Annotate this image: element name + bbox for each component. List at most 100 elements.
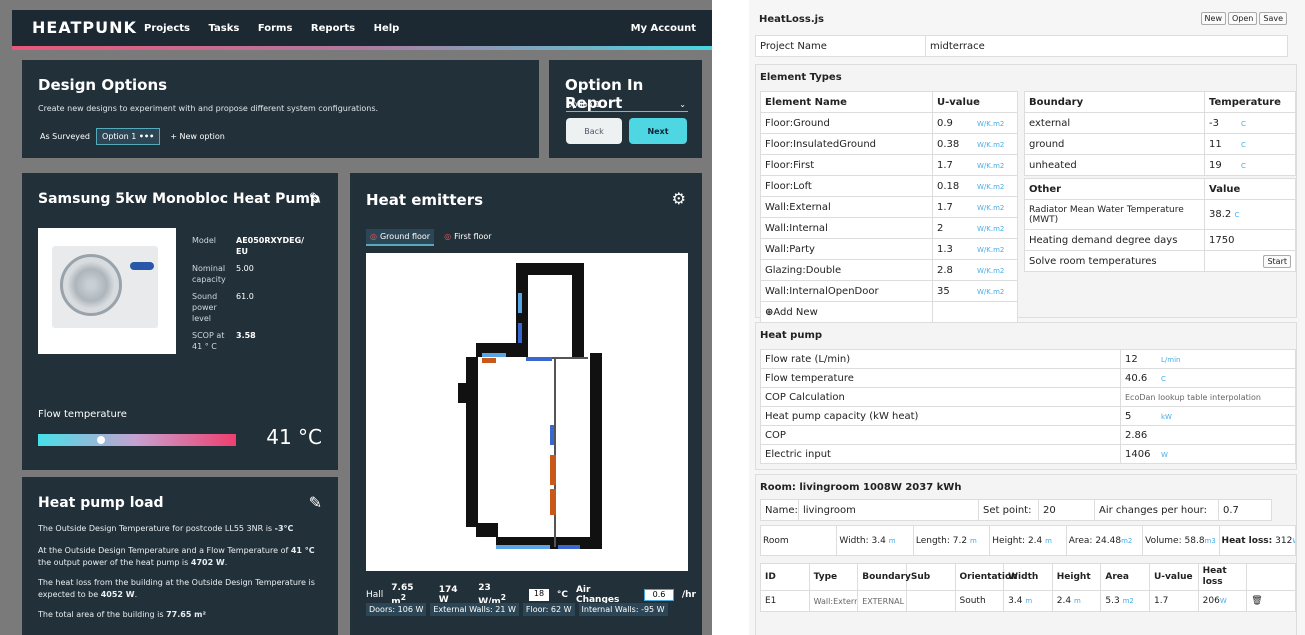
element-name[interactable]: Floor:Loft: [760, 175, 933, 197]
heat-pump-value[interactable]: 2.86: [1120, 425, 1296, 445]
element-name[interactable]: Floor:Ground: [760, 112, 933, 134]
boundary-temp[interactable]: 19 C: [1204, 154, 1296, 176]
room-name-input[interactable]: livingroom: [798, 499, 979, 521]
element-name[interactable]: Wall:InternalOpenDoor: [760, 280, 933, 302]
start-button[interactable]: Start: [1263, 254, 1291, 268]
element-type-row[interactable]: Floor:Loft 0.18 W/K.m2: [760, 175, 1018, 197]
as-surveyed-option[interactable]: As Surveyed: [40, 132, 90, 141]
floor-plan[interactable]: [366, 253, 688, 571]
pencil-icon[interactable]: ✎: [309, 493, 322, 512]
element-u-value[interactable]: 0.18 W/K.m2: [932, 175, 1018, 197]
el-u-value: 1.7: [1149, 590, 1199, 612]
nav-projects[interactable]: Projects: [144, 23, 190, 34]
mwt-cell[interactable]: 38.2 C: [1204, 199, 1296, 230]
hdd-value[interactable]: 1750: [1204, 229, 1296, 251]
design-options-title: Design Options: [38, 76, 168, 94]
value: 7.2: [952, 535, 968, 546]
col-header: Boundary: [857, 563, 911, 591]
new-button[interactable]: New: [1200, 12, 1226, 25]
element-name[interactable]: Glazing:Double: [760, 259, 933, 281]
boundary-row[interactable]: ground 11 C: [1024, 133, 1296, 155]
boundary-name[interactable]: external: [1024, 112, 1205, 134]
element-type-row[interactable]: Wall:Internal 2 W/K.m2: [760, 217, 1018, 239]
report-option-select[interactable]: Option 1 ⌄: [566, 100, 688, 112]
element-type-row[interactable]: Glazing:Double 2.8 W/K.m2: [760, 259, 1018, 281]
element-name[interactable]: Wall:Internal: [760, 217, 933, 239]
element-name[interactable]: Floor:InsulatedGround: [760, 133, 933, 155]
element-name[interactable]: Wall:Party: [760, 238, 933, 260]
setpoint-input[interactable]: 20: [1038, 499, 1095, 521]
heat-pump-value[interactable]: EcoDan lookup table interpolation: [1120, 387, 1296, 407]
nav-help[interactable]: Help: [374, 23, 400, 34]
flow-temperature-slider[interactable]: [38, 434, 236, 446]
element-name[interactable]: Wall:External: [760, 196, 933, 218]
save-button[interactable]: Save: [1259, 12, 1287, 25]
boundary-row[interactable]: unheated 19 C: [1024, 154, 1296, 176]
tab-label: First floor: [454, 232, 492, 241]
element-type-row[interactable]: Wall:External 1.7 W/K.m2: [760, 196, 1018, 218]
spec-capacity-value: 5.00: [236, 264, 254, 273]
nav-tasks[interactable]: Tasks: [209, 23, 240, 34]
slider-knob[interactable]: [97, 436, 106, 444]
heat-pump-value[interactable]: 5 kW: [1120, 406, 1296, 426]
el-sub[interactable]: [905, 590, 956, 612]
tab-ground-floor[interactable]: ◎ Ground floor: [366, 229, 435, 246]
element-type-row[interactable]: Floor:First 1.7 W/K.m2: [760, 154, 1018, 176]
element-row[interactable]: E1 Wall:External EXTERNAL South 3.4 m 2.…: [760, 590, 1296, 612]
tab-first-floor[interactable]: ◎ First floor: [440, 229, 495, 246]
length-cell[interactable]: Length: 7.2 m: [912, 525, 991, 556]
heat-pump-param: COP: [760, 425, 1121, 445]
element-type-row[interactable]: Wall:InternalOpenDoor 35 W/K.m2: [760, 280, 1018, 302]
element-u-value[interactable]: 1.3 W/K.m2: [932, 238, 1018, 260]
el-width[interactable]: 3.4 m: [1003, 590, 1053, 612]
col-actions: [1246, 563, 1296, 591]
element-u-value[interactable]: 2 W/K.m2: [932, 217, 1018, 239]
element-u-value[interactable]: 2.8 W/K.m2: [932, 259, 1018, 281]
element-u-value[interactable]: 35 W/K.m2: [932, 280, 1018, 302]
next-button[interactable]: Next: [629, 118, 687, 144]
element-type-row[interactable]: Floor:Ground 0.9 W/K.m2: [760, 112, 1018, 134]
boundary-name[interactable]: ground: [1024, 133, 1205, 155]
top-nav: HEATPUNK Projects Tasks Forms Reports He…: [12, 10, 712, 48]
width-cell[interactable]: Width: 3.4 m: [836, 525, 914, 556]
el-height[interactable]: 2.4 m: [1051, 590, 1102, 612]
unit: C: [1241, 161, 1246, 170]
back-button[interactable]: Back: [566, 118, 622, 144]
air-changes-input[interactable]: 0.6: [644, 589, 674, 601]
option-1-tab[interactable]: Option 1 •••: [96, 128, 161, 145]
el-boundary[interactable]: EXTERNAL: [857, 590, 907, 612]
new-option-button[interactable]: + New option: [170, 132, 225, 141]
my-account-link[interactable]: My Account: [631, 23, 696, 34]
element-u-value[interactable]: 0.38 W/K.m2: [932, 133, 1018, 155]
boundary-temp[interactable]: 11 C: [1204, 133, 1296, 155]
heat-pump-card: Samsung 5kw Monobloc Heat Pump ✎ Model AE…: [22, 173, 338, 470]
element-type-row[interactable]: Wall:Party 1.3 W/K.m2: [760, 238, 1018, 260]
boundary-row[interactable]: external -3 C: [1024, 112, 1296, 134]
element-name[interactable]: Floor:First: [760, 154, 933, 176]
gear-icon[interactable]: ⚙: [672, 189, 686, 208]
ach-input[interactable]: 0.7: [1218, 499, 1272, 521]
project-name-input[interactable]: midterrace: [925, 35, 1288, 57]
value: 5: [1125, 410, 1132, 422]
boundary-name[interactable]: unheated: [1024, 154, 1205, 176]
setpoint-input[interactable]: 18: [529, 589, 549, 601]
option-menu-icon[interactable]: •••: [139, 132, 154, 141]
boundary-temp[interactable]: -3 C: [1204, 112, 1296, 134]
nav-reports[interactable]: Reports: [311, 23, 355, 34]
pencil-icon[interactable]: ✎: [309, 189, 322, 208]
element-u-value[interactable]: 1.7 W/K.m2: [932, 154, 1018, 176]
element-u-value[interactable]: 0.9 W/K.m2: [932, 112, 1018, 134]
heat-pump-value[interactable]: 40.6 C: [1120, 368, 1296, 388]
heat-pump-value[interactable]: 1406 W: [1120, 444, 1296, 464]
el-orientation[interactable]: South: [954, 590, 1005, 612]
el-type[interactable]: Wall:External: [808, 590, 859, 612]
trash-icon[interactable]: 🗑: [1246, 590, 1296, 612]
open-button[interactable]: Open: [1227, 12, 1258, 25]
height-cell[interactable]: Height: 2.4 m: [989, 525, 1067, 556]
unit: W: [1161, 450, 1168, 459]
element-type-row[interactable]: Floor:InsulatedGround 0.38 W/K.m2: [760, 133, 1018, 155]
add-new-button[interactable]: ⊕Add New: [760, 301, 933, 323]
nav-forms[interactable]: Forms: [258, 23, 293, 34]
element-u-value[interactable]: 1.7 W/K.m2: [932, 196, 1018, 218]
heat-pump-value[interactable]: 12 L/min: [1120, 349, 1296, 369]
